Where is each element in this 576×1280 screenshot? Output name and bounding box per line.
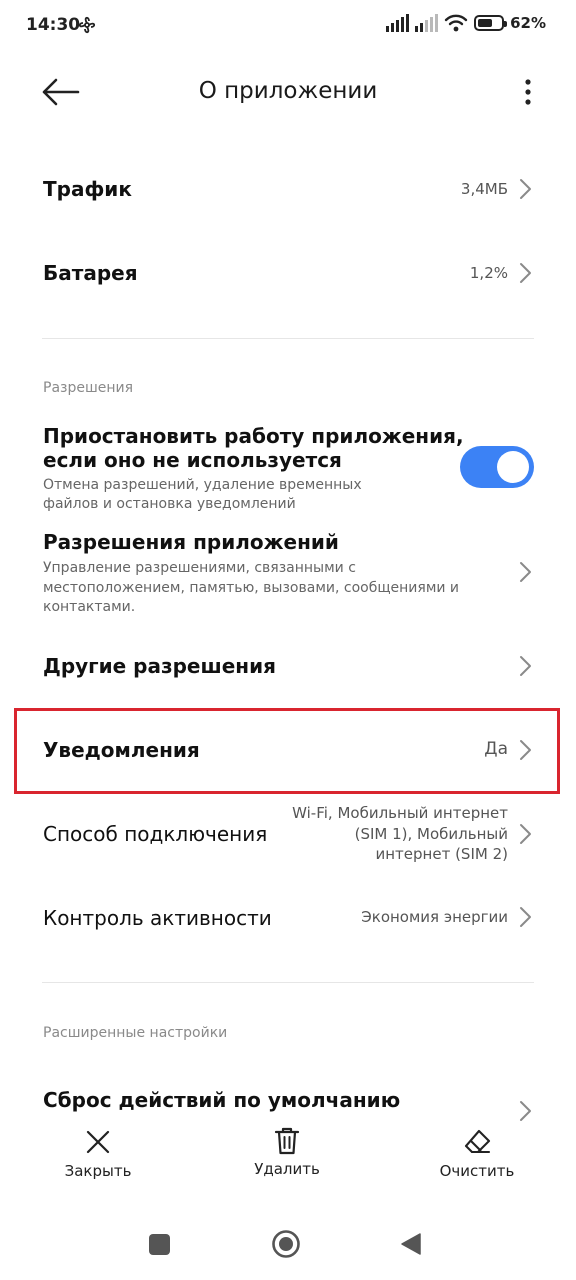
app-permissions-sub-line2: местоположением, памятью, вызовами, сооб… [43,580,460,596]
close-button[interactable]: Закрыть [38,1128,158,1180]
more-options-icon[interactable] [524,78,532,106]
section-permissions: Разрешения [43,380,134,396]
battery-label: Батарея [43,261,138,285]
toggle-knob [497,451,529,483]
connection-value-line2: (SIM 1), Мобильный [354,825,508,843]
chevron-right-icon [520,263,531,283]
section-advanced: Расширенные настройки [43,1025,228,1041]
pause-title-line2: если оно не используется [43,448,342,472]
eraser-icon [464,1129,491,1154]
other-permissions-label: Другие разрешения [43,654,276,678]
close-label: Закрыть [64,1162,132,1180]
signal-sim1-icon [386,14,410,32]
divider [42,338,534,339]
battery-percent: 62% [510,14,546,32]
signal-sim2-icon [415,14,439,32]
pause-sub-line1: Отмена разрешений, удаление временных [43,477,362,493]
recent-apps-button[interactable] [149,1234,170,1255]
highlight-frame [14,708,560,794]
home-button[interactable] [271,1229,301,1259]
fan-icon [78,16,96,34]
chevron-right-icon [520,656,531,676]
app-permissions-sub-line3: контактами. [43,599,136,615]
wifi-icon [444,14,468,32]
close-icon [86,1130,110,1154]
clear-button[interactable]: Очистить [417,1128,537,1180]
traffic-value: 3,4МБ [460,180,508,198]
app-permissions-title: Разрешения приложений [43,530,339,554]
connection-value-line3: интернет (SIM 2) [375,845,509,863]
status-time: 14:30 [26,15,81,35]
pause-unused-app-toggle[interactable] [460,446,534,488]
chevron-right-icon [520,179,531,199]
status-icons: 62% [386,14,546,32]
delete-label: Удалить [254,1160,320,1178]
pause-title-line1: Приостановить работу приложения, [43,424,464,448]
activity-control-label: Контроль активности [43,906,272,930]
battery-icon [474,15,508,31]
traffic-label: Трафик [43,177,132,201]
pause-sub-line2: файлов и остановка уведомлений [43,496,296,512]
app-permissions-sub-line1: Управление разрешениями, связанными с [43,560,356,576]
chevron-right-icon [520,1101,531,1121]
connection-method-label: Способ подключения [43,822,268,846]
battery-value: 1,2% [469,264,508,282]
page-title: О приложении [198,78,378,104]
reset-defaults-label: Сброс действий по умолчанию [43,1088,401,1112]
clear-label: Очистить [439,1162,515,1180]
delete-button[interactable]: Удалить [227,1126,347,1178]
trash-icon [274,1127,300,1155]
divider [42,982,534,983]
nav-back-button[interactable] [400,1232,422,1256]
chevron-right-icon [520,562,531,582]
chevron-right-icon [520,824,531,844]
connection-value-line1: Wi-Fi, Мобильный интернет [292,804,508,822]
chevron-right-icon [520,907,531,927]
activity-control-value: Экономия энергии [361,908,508,926]
